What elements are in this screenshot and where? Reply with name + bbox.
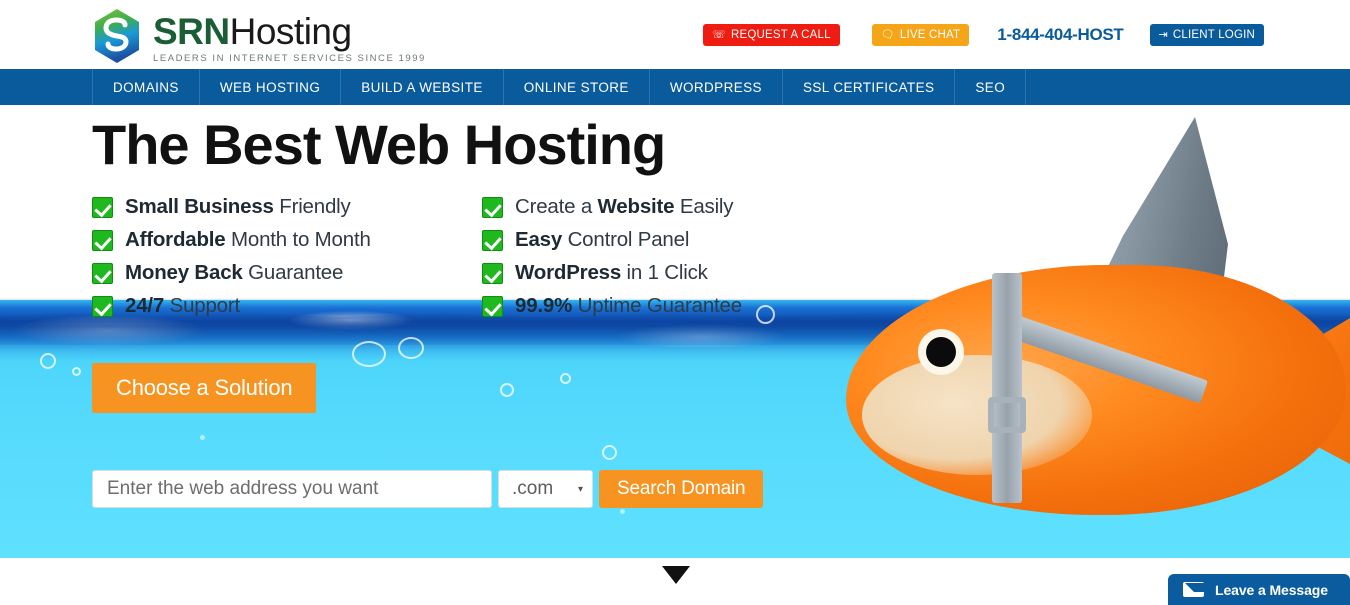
feature-text: Affordable Month to Month [125, 228, 371, 252]
bubble-decor [756, 305, 775, 324]
feature-strong: Website [597, 195, 675, 218]
feature-strong: WordPress [515, 261, 622, 284]
bubble-decor [40, 353, 56, 369]
check-icon [92, 262, 113, 284]
feature-strong: 24/7 [125, 294, 165, 317]
envelope-icon [1183, 582, 1219, 597]
bubble-decor [72, 367, 81, 376]
bubble-decor [200, 435, 205, 440]
feature-text: Create a Website Easily [515, 195, 734, 219]
request-a-call-button[interactable]: ☏ REQUEST A CALL [703, 24, 840, 46]
site-header: SRNHosting LEADERS IN INTERNET SERVICES … [0, 0, 1350, 69]
tld-selected-value: .com [512, 478, 554, 499]
feature-strong: Easy [515, 228, 563, 251]
bubble-decor [500, 383, 514, 397]
support-phone-number[interactable]: 1-844-404-HOST [997, 25, 1124, 45]
list-item: Money Back Guarantee [92, 261, 482, 285]
feature-strong: Small Business [125, 195, 274, 218]
search-domain-button[interactable]: Search Domain [599, 470, 764, 508]
main-navigation: DOMAINS WEB HOSTING BUILD A WEBSITE ONLI… [0, 69, 1350, 105]
chat-bubble-icon: 🗨 [880, 28, 895, 41]
goldfish-belly [862, 355, 1092, 475]
list-item: 99.9% Uptime Guarantee [482, 294, 742, 318]
bubble-decor [398, 337, 424, 359]
logo-name-light: Hosting [229, 11, 352, 52]
site-logo[interactable]: SRNHosting LEADERS IN INTERNET SERVICES … [92, 8, 426, 64]
client-login-label: CLIENT LOGIN [1172, 29, 1255, 41]
request-a-call-label: REQUEST A CALL [730, 29, 831, 41]
hex-s-logo-icon [92, 8, 142, 64]
feature-text: 24/7 Support [125, 294, 240, 318]
feature-rest: Guarantee [242, 261, 344, 284]
logo-name-bold: SRN [153, 11, 230, 52]
feature-strong: Money Back [125, 261, 243, 284]
login-arrow-icon: ⇥ [1158, 28, 1168, 41]
down-triangle-icon[interactable] [662, 566, 690, 584]
feature-text: Easy Control Panel [515, 228, 689, 252]
chevron-down-icon: ▾ [577, 483, 583, 495]
check-icon [92, 229, 113, 251]
page-root: SRNHosting LEADERS IN INTERNET SERVICES … [0, 0, 1350, 605]
feature-rest: Support [164, 294, 241, 317]
domain-search-form: .com ▾ Search Domain [92, 470, 764, 508]
list-item: Affordable Month to Month [92, 228, 482, 252]
nav-item-ssl-certificates[interactable]: SSL CERTIFICATES [783, 69, 956, 105]
check-icon [482, 262, 503, 284]
feature-strong: 99.9% [515, 294, 573, 317]
client-login-button[interactable]: ⇥ CLIENT LOGIN [1149, 24, 1264, 46]
page-title: The Best Web Hosting [92, 113, 666, 176]
feature-rest: Uptime Guarantee [572, 294, 743, 317]
harness-strap-vertical [992, 273, 1022, 503]
nav-item-wordpress[interactable]: WORDPRESS [650, 69, 783, 105]
hero-section: The Best Web Hosting Small Business Frie… [0, 105, 1350, 558]
list-item: WordPress in 1 Click [482, 261, 742, 285]
list-item: Small Business Friendly [92, 195, 482, 219]
feature-list: Small Business Friendly Affordable Month… [92, 195, 742, 318]
choose-a-solution-button[interactable]: Choose a Solution [92, 363, 317, 413]
logo-wordmark: SRNHosting LEADERS IN INTERNET SERVICES … [153, 11, 426, 65]
check-icon [92, 295, 113, 317]
nav-item-online-store[interactable]: ONLINE STORE [504, 69, 650, 105]
feature-rest: Easily [674, 195, 734, 218]
list-item: 24/7 Support [92, 294, 482, 318]
live-chat-label: LIVE CHAT [899, 29, 961, 41]
bubble-decor [602, 445, 617, 460]
logo-tagline: LEADERS IN INTERNET SERVICES SINCE 1999 [153, 53, 426, 64]
nav-item-build-a-website[interactable]: BUILD A WEBSITE [341, 69, 504, 105]
feature-rest: Control Panel [562, 228, 690, 251]
feature-text: 99.9% Uptime Guarantee [515, 294, 742, 318]
leave-a-message-label: Leave a Message [1215, 581, 1328, 598]
goldfish-pupil [926, 337, 956, 367]
feature-rest: in 1 Click [621, 261, 708, 284]
harness-buckle [988, 397, 1026, 433]
list-item: Create a Website Easily [482, 195, 742, 219]
feature-column-left: Small Business Friendly Affordable Month… [92, 195, 482, 318]
nav-item-web-hosting[interactable]: WEB HOSTING [200, 69, 342, 105]
feature-text: Money Back Guarantee [125, 261, 343, 285]
feature-column-right: Create a Website Easily Easy Control Pan… [482, 195, 742, 318]
check-icon [482, 196, 503, 218]
feature-text: Small Business Friendly [125, 195, 351, 219]
bubble-decor [560, 373, 571, 384]
list-item: Easy Control Panel [482, 228, 742, 252]
feature-rest: Friendly [273, 195, 351, 218]
bubble-decor [620, 509, 625, 514]
phone-icon: ☏ [712, 28, 726, 41]
leave-a-message-widget[interactable]: Leave a Message [1168, 574, 1350, 605]
goldfish-shark-fin-artwork [840, 105, 1350, 558]
check-icon [482, 229, 503, 251]
nav-item-seo[interactable]: SEO [955, 69, 1027, 105]
feature-text: WordPress in 1 Click [515, 261, 708, 285]
feature-rest: Month to Month [225, 228, 371, 251]
check-icon [482, 295, 503, 317]
feature-pre: Create a [515, 195, 598, 218]
tld-select[interactable]: .com ▾ [498, 470, 593, 508]
feature-strong: Affordable [125, 228, 226, 251]
domain-search-input[interactable] [92, 470, 492, 508]
header-actions: ☏ REQUEST A CALL 🗨 LIVE CHAT 1-844-404-H… [703, 24, 1264, 46]
live-chat-button[interactable]: 🗨 LIVE CHAT [871, 24, 970, 46]
bubble-decor [352, 341, 386, 367]
nav-item-domains[interactable]: DOMAINS [92, 69, 200, 105]
check-icon [92, 196, 113, 218]
